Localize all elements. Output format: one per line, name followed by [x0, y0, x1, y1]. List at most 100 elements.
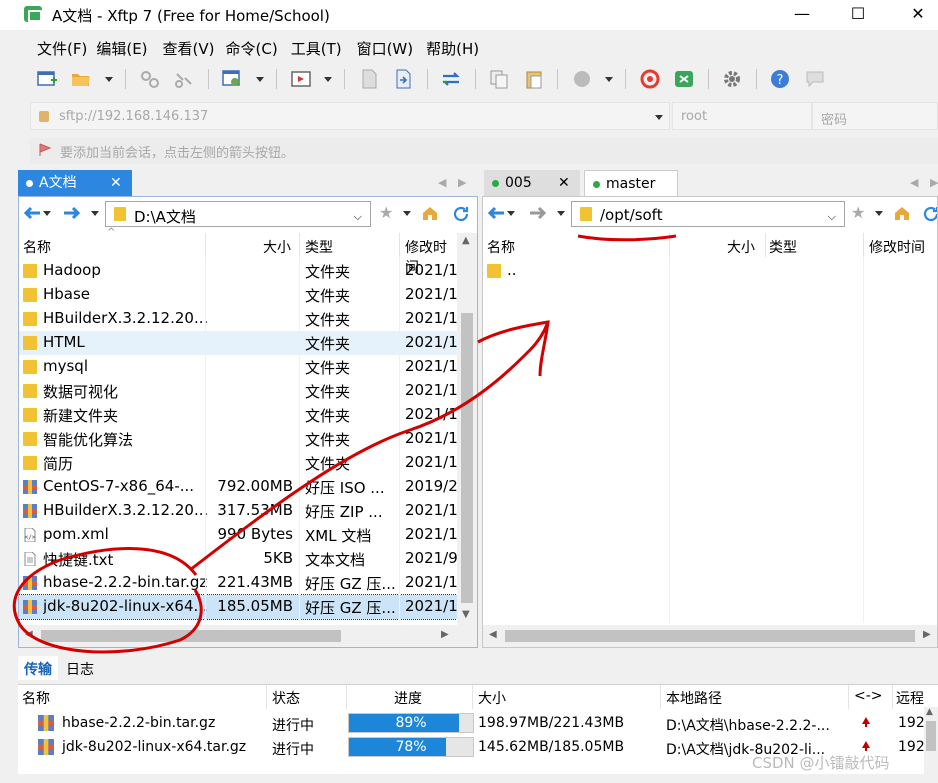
list-item[interactable]: 简历 文件夹 2021/1 — [19, 451, 457, 475]
status-dropdown-icon[interactable] — [604, 76, 613, 82]
add-session-arrow-icon[interactable] — [38, 143, 52, 157]
list-item[interactable]: HTML 文件夹 2021/1 — [19, 331, 457, 355]
xftp-icon[interactable] — [673, 68, 695, 90]
column-progress[interactable]: 进度 — [394, 688, 422, 708]
host-address-input[interactable]: sftp://192.168.146.137 — [30, 102, 670, 130]
menu-file[interactable]: 文件(F) — [18, 34, 96, 59]
column-divider[interactable] — [848, 685, 849, 709]
column-size[interactable]: 大小 — [727, 237, 755, 257]
column-divider[interactable] — [472, 685, 473, 709]
remote-horizontal-scroll-thumb[interactable] — [505, 630, 915, 642]
path-dropdown-icon[interactable]: ⌵ — [828, 210, 836, 224]
column-divider[interactable] — [863, 233, 864, 257]
column-divider[interactable] — [346, 685, 347, 709]
terminal-dropdown-icon[interactable] — [323, 76, 332, 82]
forward-dropdown-icon[interactable] — [91, 211, 99, 216]
menu-tools[interactable]: 工具(T) — [287, 34, 351, 59]
session-properties-icon[interactable] — [221, 68, 243, 90]
list-item[interactable]: CentOS-7-x86_64-... 792.00MB 好压 ISO ... 201… — [19, 475, 457, 499]
sync-icon[interactable] — [440, 68, 462, 90]
terminal-icon[interactable] — [290, 68, 312, 90]
list-item[interactable]: 快捷键.txt 5KB 文本文档 2021/9 — [19, 547, 457, 571]
column-divider[interactable] — [266, 685, 267, 709]
gear-icon[interactable] — [721, 68, 743, 90]
list-item[interactable]: 智能优化算法 文件夹 2021/1 — [19, 427, 457, 451]
list-item[interactable]: Hadoop 文件夹 2021/1 — [19, 259, 457, 283]
open-dropdown-icon[interactable] — [104, 76, 113, 82]
column-divider[interactable] — [892, 685, 893, 709]
copy-icon[interactable] — [488, 68, 510, 90]
refresh-icon[interactable] — [451, 204, 471, 224]
tab-remote-005-close[interactable]: ✕ — [550, 170, 580, 196]
tab-scroll-left-icon[interactable]: ◀ — [910, 176, 918, 189]
tab-transfer[interactable]: 传输 — [24, 659, 52, 679]
path-dropdown-icon[interactable]: ⌵ — [354, 210, 362, 224]
list-item[interactable]: </> pom.xml 990 Bytes XML 文档 2021/1 — [19, 523, 457, 547]
column-name[interactable]: 名称 — [23, 237, 51, 257]
tab-scroll-left-icon[interactable]: ◀ — [438, 176, 446, 189]
tab-local-a-close[interactable]: ✕ — [102, 170, 132, 196]
back-dropdown-icon[interactable] — [43, 211, 51, 216]
column-name[interactable]: 名称 — [22, 688, 50, 708]
column-divider[interactable] — [765, 233, 766, 257]
host-dropdown-icon[interactable] — [655, 115, 663, 120]
forward-arrow-icon[interactable] — [529, 206, 547, 220]
column-remote[interactable]: 远程 — [896, 688, 924, 708]
list-item[interactable]: .. — [483, 259, 923, 283]
home-icon[interactable] — [893, 204, 911, 222]
column-modified[interactable]: 修改时间 — [869, 237, 925, 257]
column-status[interactable]: 状态 — [272, 688, 300, 708]
table-row[interactable]: hbase-2.2.2-bin.tar.gz 进行中 89% 198.97MB/221… — [18, 711, 929, 735]
connect-icon[interactable] — [139, 68, 161, 90]
menu-window[interactable]: 窗口(W) — [351, 34, 423, 59]
list-item[interactable]: HBuilderX.3.2.12.20... 文件夹 2021/1 — [19, 307, 457, 331]
username-input[interactable]: root — [672, 102, 812, 130]
menu-view[interactable]: 查看(V) — [157, 34, 224, 59]
forward-arrow-icon[interactable] — [63, 206, 81, 220]
back-dropdown-icon[interactable] — [507, 211, 515, 216]
disconnect-icon[interactable] — [173, 68, 195, 90]
back-arrow-icon[interactable] — [487, 206, 505, 220]
back-arrow-icon[interactable] — [23, 206, 41, 220]
list-item[interactable]: 新建文件夹 文件夹 2021/1 — [19, 403, 457, 427]
remote-path-input[interactable]: /opt/soft ⌵ — [571, 201, 845, 227]
column-divider[interactable] — [205, 233, 206, 257]
transfer-file-icon[interactable] — [392, 68, 414, 90]
transfer-scroll-thumb[interactable] — [926, 721, 936, 751]
maximize-button[interactable]: ☐ — [838, 3, 878, 27]
local-path-input[interactable]: D:\A文档 ⌵ — [105, 201, 371, 227]
list-item[interactable]: mysql 文件夹 2021/1 — [19, 355, 457, 379]
properties-dropdown-icon[interactable] — [255, 76, 264, 82]
new-session-icon[interactable] — [36, 68, 58, 90]
list-item[interactable]: jdk-8u202-linux-x64... 185.05MB 好压 GZ 压...… — [19, 594, 458, 620]
star-icon[interactable]: ★ — [379, 203, 393, 222]
scroll-left-icon[interactable]: ◀ — [25, 629, 33, 640]
column-type[interactable]: 类型 — [769, 237, 797, 257]
chat-icon[interactable] — [804, 68, 826, 90]
favorites-dropdown-icon[interactable] — [403, 211, 411, 216]
list-item[interactable]: HBuilderX.3.2.12.20... 317.53MB 好压 ZIP ...… — [19, 499, 457, 523]
forward-dropdown-icon[interactable] — [557, 211, 565, 216]
favorites-dropdown-icon[interactable] — [875, 211, 883, 216]
menu-edit[interactable]: 编辑(E) — [96, 34, 156, 59]
close-button[interactable]: ✕ — [898, 3, 938, 27]
column-local-path[interactable]: 本地路径 — [666, 688, 722, 708]
menu-help[interactable]: 帮助(H) — [422, 34, 488, 59]
menu-command[interactable]: 命令(C) — [224, 34, 287, 59]
scroll-left-icon[interactable]: ◀ — [489, 629, 497, 640]
local-vertical-scrollbar[interactable]: ▲ ▼ — [457, 233, 477, 625]
column-type[interactable]: 类型 — [305, 237, 333, 257]
local-vertical-scroll-thumb[interactable] — [461, 313, 473, 603]
list-item[interactable]: hbase-2.2.2-bin.tar.gz 221.43MB 好压 GZ 压...… — [19, 571, 457, 595]
column-divider[interactable] — [660, 685, 661, 709]
column-divider[interactable] — [669, 233, 670, 257]
tab-log[interactable]: 日志 — [66, 659, 94, 679]
local-horizontal-scroll-thumb[interactable] — [41, 630, 341, 642]
transfer-vertical-scrollbar[interactable]: ▲ — [924, 707, 938, 774]
scroll-up-icon[interactable]: ▲ — [462, 235, 470, 246]
scroll-right-icon[interactable]: ▶ — [923, 629, 931, 640]
scroll-down-icon[interactable]: ▼ — [462, 609, 470, 620]
new-file-icon[interactable] — [358, 68, 380, 90]
tab-remote-master[interactable]: master — [584, 170, 678, 196]
column-direction[interactable]: <-> — [854, 688, 883, 704]
